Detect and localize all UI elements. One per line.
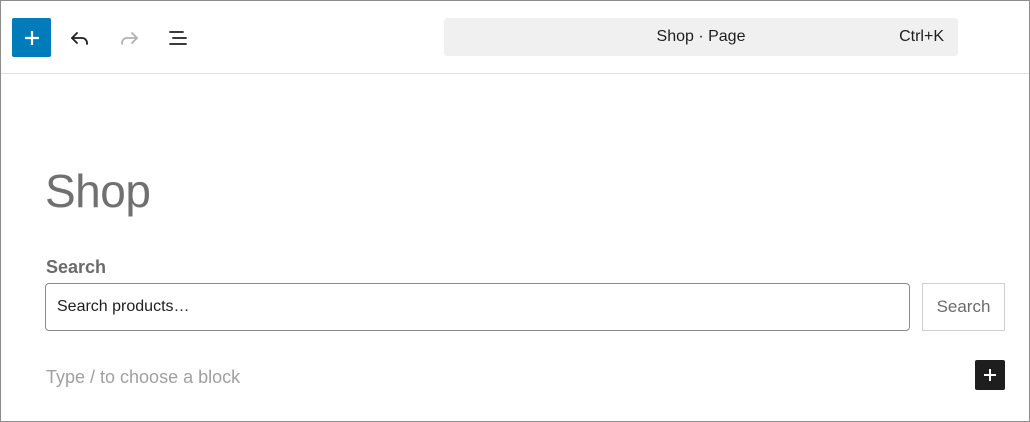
search-label: Search (46, 257, 107, 277)
list-view-icon (169, 31, 187, 45)
redo-icon (121, 32, 138, 45)
add-block-button[interactable] (975, 360, 1005, 390)
block-appender-prompt[interactable]: Type / to choose a block (46, 367, 240, 388)
plus-icon (24, 30, 39, 45)
editor-window: Shop · Page Ctrl+K Shop Search Search pr… (0, 0, 1030, 422)
document-overview-button[interactable] (161, 21, 195, 55)
keyboard-shortcut: Ctrl+K (899, 28, 944, 45)
command-palette-bar[interactable]: Shop · Page Ctrl+K (444, 18, 958, 56)
search-button[interactable]: Search (922, 283, 1005, 331)
redo-button[interactable] (112, 21, 146, 55)
page-title[interactable]: Shop (45, 164, 151, 218)
search-input[interactable]: Search products… (45, 283, 910, 331)
document-title: Shop · Page (656, 28, 746, 45)
block-inserter-toggle[interactable] (12, 18, 51, 57)
editor-toolbar: Shop · Page Ctrl+K (1, 1, 1029, 74)
plus-icon (984, 369, 996, 381)
search-placeholder: Search products… (57, 298, 190, 315)
undo-icon (71, 32, 88, 45)
undo-button[interactable] (63, 21, 97, 55)
